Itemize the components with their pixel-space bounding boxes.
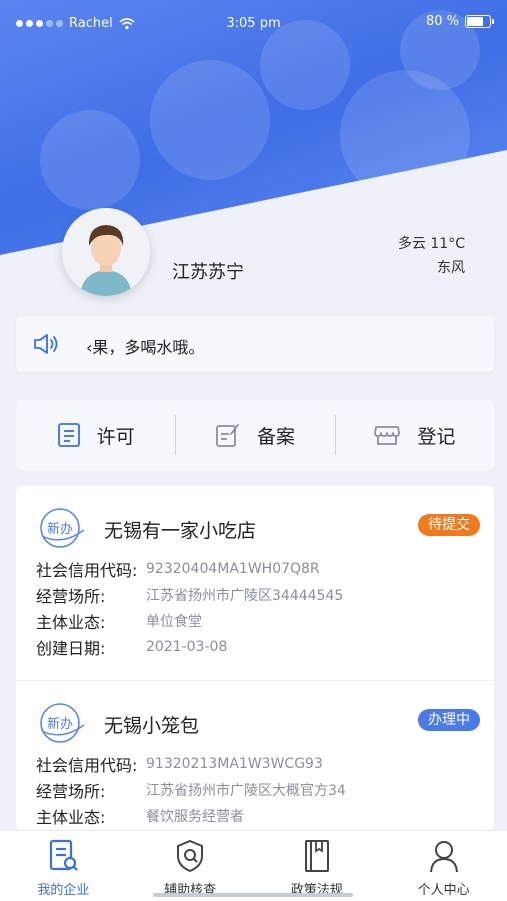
credit-code-row: 社会信用代码: 91320213MA1W3WCG93 [36,751,346,777]
field-value: 91320213MA1W3WCG93 [146,756,323,772]
register-label: 登记 [417,425,456,448]
status-bar: Rachel 3:05 pm 80 % [0,0,507,48]
tab-policy[interactable]: 政策法规 [254,831,381,901]
field-label: 经营场所: [36,782,106,801]
company-card[interactable]: 新办 无锡小笼包 办理中 社会信用代码: 91320213MA1W3WCG93 经… [16,681,494,830]
wind-text: 东风 [437,260,465,276]
business-type-row: 主体业态: 餐饮服务经营者 [36,803,346,829]
record-button[interactable]: 备案 [175,400,334,470]
field-value: 餐饮服务经营者 [146,809,244,825]
policy-book-icon [304,840,329,872]
field-label: 主体业态: [36,808,106,827]
speaker-icon [34,334,58,354]
tab-label: 我的企业 [37,883,90,898]
field-value: 单位食堂 [146,614,202,630]
license-button[interactable]: 许可 [16,400,175,470]
field-label: 经营场所: [36,587,106,606]
status-badge: 待提交 [418,514,480,536]
bottom-tab-bar: 我的企业 辅助核查 政策法规 个人中心 [0,830,507,901]
company-list: 新办 无锡有一家小吃店 待提交 社会信用代码: 92320404MA1WH07Q8… [16,486,494,830]
license-label: 许可 [96,425,135,448]
avatar-person-icon [62,208,150,296]
company-card[interactable]: 新办 无锡有一家小吃店 待提交 社会信用代码: 92320404MA1WH07Q8… [16,486,494,681]
tab-personal-center[interactable]: 个人中心 [380,831,507,901]
tab-assist-check[interactable]: 辅助核查 [127,831,254,901]
record-icon [216,424,239,447]
tab-label: 个人中心 [417,883,470,898]
action-bar: 许可 备案 登记 [16,400,494,470]
field-value: 92320404MA1WH07Q8R [146,561,320,577]
battery-icon [465,15,494,28]
created-date-row: 创建日期: 2021-03-08 [36,634,343,660]
new-stamp-label: 新办 [47,521,73,537]
credit-code-row: 社会信用代码: 92320404MA1WH07Q8R [36,556,343,582]
inspect-icon [177,839,204,873]
avatar[interactable] [62,208,150,296]
record-label: 备案 [256,425,295,448]
notice-text: ‹果，多喝水哦。 [86,338,205,357]
company-title: 无锡有一家小吃店 [104,520,257,542]
field-value: 江苏省扬州市广陵区大概官方34 [146,783,346,799]
weather-info: 多云 11°C 东风 [398,232,465,280]
field-label: 社会信用代码: [36,561,138,580]
enterprise-icon [50,839,79,871]
business-type-row: 主体业态: 单位食堂 [36,608,343,634]
status-badge: 办理中 [418,709,480,731]
license-icon [57,423,80,447]
weather-text: 多云 11°C [397,236,465,252]
field-value: 江苏省扬州市广陵区34444545 [146,588,344,604]
address-row: 经营场所: 江苏省扬州市广陵区大概官方34 [36,777,346,803]
field-label: 主体业态: [36,613,106,632]
notice-marquee[interactable]: ‹果，多喝水哦。 [16,316,494,372]
banner-decoration [150,60,270,180]
banner-decoration [340,70,470,200]
new-stamp-label: 新办 [47,716,73,732]
address-row: 经营场所: 江苏省扬州市广陵区34444545 [36,582,343,608]
field-label: 社会信用代码: [36,756,138,775]
company-name: 江苏苏宁 [172,262,244,283]
home-indicator[interactable] [153,893,353,897]
field-label: 创建日期: [36,639,106,658]
company-title: 无锡小笼包 [104,715,200,737]
new-stamp-icon: 新办 [40,508,85,548]
person-icon [429,841,458,873]
new-stamp-icon: 新办 [40,703,85,743]
register-button[interactable]: 登记 [334,400,494,470]
battery-label: 80 % [425,14,459,29]
tab-my-enterprise[interactable]: 我的企业 [0,831,127,901]
banner-decoration [40,110,140,210]
register-icon [374,426,401,445]
field-value: 2021-03-08 [146,639,228,655]
